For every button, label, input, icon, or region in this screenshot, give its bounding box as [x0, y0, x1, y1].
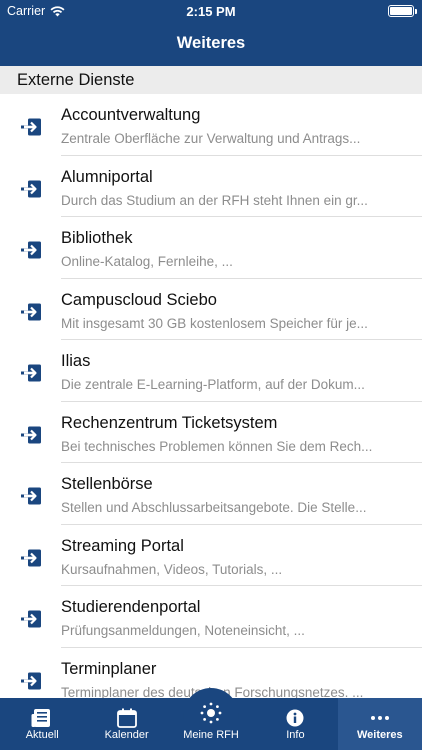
list-item-subtitle: Mit insgesamt 30 GB kostenlosem Speicher… — [61, 315, 368, 331]
page-title: Weiteres — [176, 34, 246, 52]
list-item[interactable]: Alumniportal Durch das Studium an der RFH… — [0, 156, 422, 217]
tab-weiteres[interactable]: Weiteres — [337, 698, 422, 750]
external-link-icon — [21, 303, 42, 321]
list-item-title: Alumniportal — [61, 167, 153, 186]
list-item-subtitle: Durch das Studium an der RFH steht Ihnen… — [61, 192, 368, 208]
status-bar: Carrier 2:15 PM — [0, 0, 422, 22]
list-item-title: Accountverwaltung — [61, 106, 201, 124]
list-item[interactable]: Streaming Portal Kursaufnahmen, Videos, T… — [0, 525, 422, 586]
calendar-icon — [116, 708, 138, 728]
tab-meine-rfh[interactable]: Meine RFH — [169, 688, 253, 750]
news-icon — [31, 708, 53, 728]
status-time: 2:15 PM — [186, 4, 236, 19]
list-item[interactable]: Bibliothek Online-Katalog, Fernleihe, ... — [0, 217, 422, 279]
tab-info[interactable]: Info — [253, 698, 337, 750]
external-link-icon — [21, 118, 42, 136]
list-item[interactable]: Rechenzentrum Ticketsystem Bei technische… — [0, 402, 422, 463]
list-item-title: Campuscloud Sciebo — [61, 290, 217, 309]
external-link-icon — [21, 549, 42, 567]
external-link-icon — [21, 241, 42, 259]
service-list: Accountverwaltung Zentrale Oberfläche zur… — [0, 94, 422, 698]
list-item-subtitle: Zentrale Oberfläche zur Verwaltung und A… — [61, 131, 361, 146]
list-item[interactable]: Studierendenportal Prüfungsanmeldungen, N… — [0, 586, 422, 648]
tab-label: Kalender — [104, 729, 149, 741]
list-item-subtitle: Prüfungsanmeldungen, Noteneinsicht, ... — [61, 623, 305, 638]
list-item-title: Terminplaner — [61, 659, 157, 678]
list-item[interactable]: Ilias Die zentrale E-Learning-Platform, a… — [0, 340, 422, 402]
tab-aktuell[interactable]: Aktuell — [0, 698, 84, 750]
external-link-icon — [21, 426, 42, 444]
battery-icon — [388, 5, 417, 17]
tab-bar: Aktuell Kalender Meine RFH Info Weiteres — [0, 688, 422, 750]
external-link-icon — [21, 672, 42, 690]
external-link-icon — [21, 487, 42, 505]
list-item[interactable]: Stellenbörse Stellen und Abschlussarbeits… — [0, 463, 422, 525]
list-item-subtitle: Bei technisches Problemen können Sie dem… — [61, 438, 373, 454]
tab-label: Meine RFH — [183, 729, 239, 741]
info-icon — [284, 708, 306, 728]
list-item-title: Ilias — [61, 352, 91, 370]
list-item[interactable]: Campuscloud Sciebo Mit insgesamt 30 GB ko… — [0, 279, 422, 340]
tab-kalender[interactable]: Kalender — [84, 698, 168, 750]
more-icon — [369, 708, 391, 728]
list-item-title: Stellenbörse — [61, 475, 153, 493]
external-link-icon — [21, 610, 42, 628]
list-item-title: Bibliothek — [61, 229, 133, 247]
list-item-subtitle: Stellen und Abschlussarbeitsangebote. Di… — [61, 500, 367, 515]
external-link-icon — [21, 180, 42, 198]
tab-label: Weiteres — [357, 729, 403, 741]
tab-label: Aktuell — [25, 729, 59, 741]
list-item-subtitle: Terminplaner des deutschen Forschungsnet… — [61, 684, 364, 699]
list-item-subtitle: Online-Katalog, Fernleihe, ... — [61, 254, 233, 269]
logo-icon — [200, 702, 222, 724]
external-link-icon — [21, 364, 42, 382]
header-bar: Carrier 2:15 PM Weiteres — [0, 0, 422, 66]
list-item-title: Rechenzentrum Ticketsystem — [61, 413, 278, 432]
list-item-title: Studierendenportal — [61, 598, 201, 616]
list-item-title: Streaming Portal — [61, 536, 184, 555]
section-header: Externe Dienste — [0, 66, 422, 94]
list-item[interactable]: Accountverwaltung Zentrale Oberfläche zur… — [0, 94, 422, 156]
list-item-subtitle: Kursaufnahmen, Videos, Tutorials, ... — [61, 561, 283, 577]
tab-label: Info — [286, 729, 305, 741]
list-item-subtitle: Die zentrale E-Learning-Platform, auf de… — [61, 377, 365, 392]
